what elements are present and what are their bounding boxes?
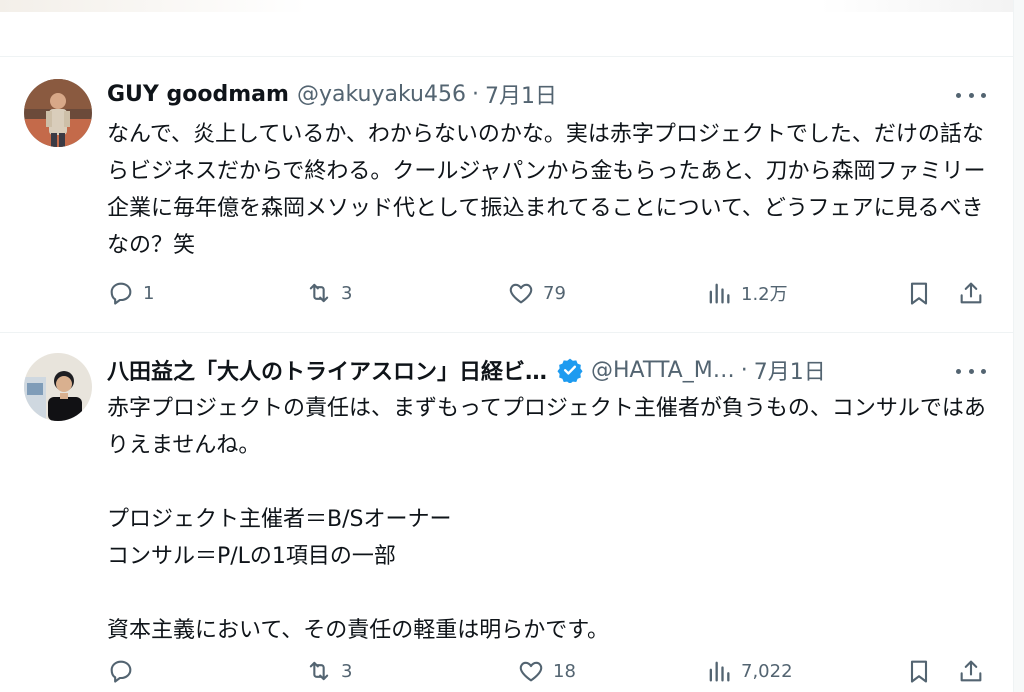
bookmark-icon (910, 282, 928, 305)
user-handle[interactable]: @yakuyaku456 (297, 82, 466, 107)
tweet-text: なんで、炎上しているか、わからないのかな。実は赤字プロジェクトでした、だけの話な… (107, 122, 986, 258)
display-name[interactable]: GUY goodmam (107, 82, 289, 107)
tweet-date[interactable]: 7月1日 (754, 354, 826, 386)
bookmark-button[interactable] (905, 653, 933, 689)
previous-tweet-edge (0, 0, 1024, 12)
reply-button[interactable] (107, 653, 143, 689)
tweet-date[interactable]: 7月1日 (485, 78, 557, 110)
display-name[interactable]: 八田益之「大人のトライアスロン」日経ビ… (107, 354, 547, 386)
views-button[interactable]: 7,022 (705, 653, 793, 689)
views-icon (709, 661, 730, 682)
like-button[interactable]: 79 (507, 275, 566, 311)
tweet-actions: 3 18 7,022 (107, 653, 987, 689)
share-icon (960, 282, 982, 304)
tweet-card[interactable]: GUY goodmam @yakuyaku456 · 7月1日 なんで、炎上して… (0, 57, 1014, 332)
reply-button[interactable]: 1 (107, 275, 154, 311)
tweet-card[interactable]: 八田益之「大人のトライアスロン」日経ビ… @HATTA_M… · 7月1日 赤字… (0, 333, 1014, 692)
tweet-header: GUY goodmam @yakuyaku456 · 7月1日 (107, 78, 557, 110)
tweet-text: 赤字プロジェクトの責任は、まずもってプロジェクト主催者が負うもの、コンサルではあ… (107, 396, 986, 643)
views-icon (709, 283, 730, 304)
bookmark-icon (910, 660, 928, 683)
tweet-header: 八田益之「大人のトライアスロン」日経ビ… @HATTA_M… · 7月1日 (107, 354, 826, 386)
like-count: 18 (553, 660, 576, 682)
repost-icon (309, 283, 329, 303)
share-button[interactable] (957, 275, 985, 311)
avatar[interactable] (24, 79, 92, 147)
separator-dot: · (471, 81, 479, 107)
views-button[interactable]: 1.2万 (705, 275, 788, 311)
tweet-actions: 1 3 79 1.2万 (107, 275, 987, 311)
repost-button[interactable]: 3 (305, 653, 352, 689)
like-button[interactable]: 18 (517, 653, 576, 689)
more-dots-icon[interactable] (956, 361, 986, 381)
views-count: 7,022 (741, 660, 793, 682)
reply-icon (110, 282, 132, 305)
bookmark-button[interactable] (905, 275, 933, 311)
repost-icon (309, 661, 329, 681)
separator-dot: · (740, 357, 748, 383)
avatar[interactable] (24, 353, 92, 421)
reply-icon (110, 660, 132, 683)
verified-badge-icon (557, 358, 583, 383)
repost-count: 3 (341, 660, 353, 682)
user-handle[interactable]: @HATTA_M… (591, 358, 735, 383)
views-count: 1.2万 (741, 284, 788, 305)
heart-icon (519, 661, 543, 682)
scrollbar-track[interactable] (1013, 0, 1024, 692)
heart-icon (509, 283, 533, 304)
reply-count: 1 (143, 282, 155, 304)
share-button[interactable] (957, 653, 985, 689)
like-count: 79 (543, 282, 566, 304)
share-icon (960, 660, 982, 682)
repost-button[interactable]: 3 (305, 275, 352, 311)
repost-count: 3 (341, 282, 353, 304)
more-dots-icon[interactable] (956, 85, 986, 105)
